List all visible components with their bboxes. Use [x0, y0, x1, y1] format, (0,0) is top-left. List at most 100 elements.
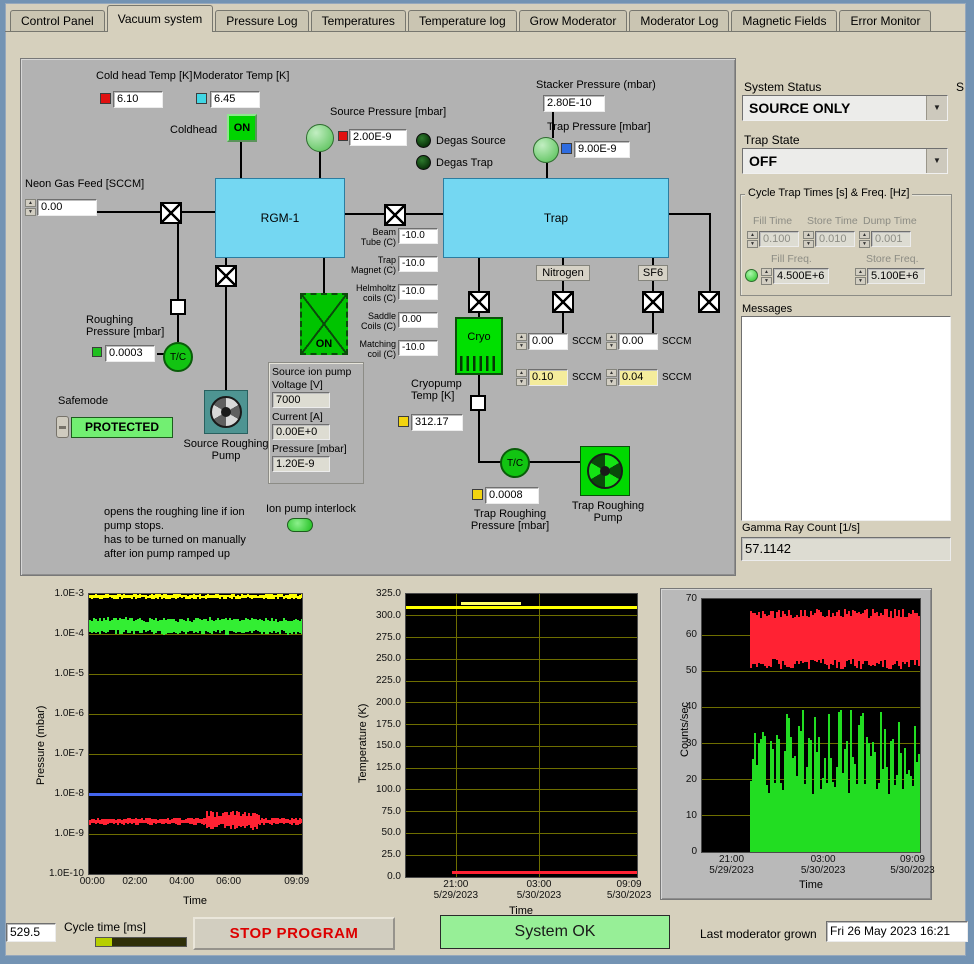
spin-up-icon: ▲	[859, 231, 870, 239]
gamma-ray-count-value: 57.1142	[741, 537, 951, 561]
tab-temperature-log[interactable]: Temperature log	[407, 10, 517, 31]
tab-grow-moderator[interactable]: Grow Moderator	[518, 10, 628, 31]
ion-pump-valve-icon[interactable]: ON	[300, 293, 348, 355]
cold-head-temp-value: 6.10	[113, 91, 163, 108]
y-axis-tick-label: 0	[691, 846, 697, 857]
saddle-coils-label: Saddle Coils (C)	[361, 311, 396, 331]
sf6-flow-unit: SCCM	[662, 336, 692, 347]
fill-freq-spinner: ▲ ▼	[761, 268, 772, 285]
trap-pressure-value: 9.00E-9	[574, 141, 630, 158]
n2-flow-readback: 0.00	[528, 333, 568, 350]
cryo-junction-node	[470, 395, 486, 411]
degas-trap-led[interactable]	[416, 155, 431, 170]
spin-up-icon: ▲	[761, 268, 772, 276]
tab-vacuum-system[interactable]: Vacuum system	[106, 5, 214, 32]
safemode-slider[interactable]	[56, 416, 69, 438]
y-axis-tick-label: 1.0E-10	[48, 868, 84, 879]
counts-chart: Counts/sec Time 70 60 50 40 30 20 10 0 21:00 5/29…	[660, 588, 935, 900]
store-time-spinner: ▲ ▼	[803, 231, 814, 248]
moderator-temp-label: Moderator Temp [K]	[193, 70, 290, 82]
trace-counts-low	[919, 719, 920, 852]
h-gridline	[406, 615, 637, 617]
note-line-3: has to be turned on manually	[104, 534, 246, 546]
spin-down-icon[interactable]: ▼	[516, 342, 527, 350]
temperature-chart: Temperature (K) Time 325.0 300.0 275.0 250.…	[345, 583, 657, 923]
messages-label: Messages	[742, 303, 793, 315]
beam-tube-label: Beam Tube (C)	[360, 227, 396, 247]
neon-gas-feed-spinner[interactable]: ▲ ▼	[25, 199, 36, 216]
chevron-down-icon[interactable]: ▼	[926, 149, 947, 173]
fill-freq-label: Fill Freq.	[771, 253, 812, 265]
rgm1-box: RGM-1	[215, 178, 345, 258]
stop-program-button[interactable]: STOP PROGRAM	[193, 917, 395, 950]
tab-error-monitor[interactable]: Error Monitor	[839, 10, 932, 31]
pump-rotor-icon	[587, 453, 623, 489]
pipe-node-down	[478, 411, 480, 462]
tab-control-panel[interactable]: Control Panel	[10, 10, 105, 31]
trace-roughing-pressure	[301, 618, 302, 634]
spin-up-icon[interactable]: ▲	[516, 369, 527, 377]
n2-setpoint-spinner[interactable]: ▲ ▼	[516, 369, 527, 386]
spin-down-icon[interactable]: ▼	[606, 378, 617, 386]
chevron-down-icon[interactable]: ▼	[926, 96, 947, 120]
nitrogen-label: Nitrogen	[536, 265, 590, 281]
neon-valve-icon	[160, 202, 182, 224]
ion-interlock-led[interactable]	[287, 518, 313, 532]
pump-rotor-icon	[210, 396, 242, 428]
spin-up-icon[interactable]: ▲	[25, 199, 36, 207]
nitrogen-valve-icon	[552, 291, 574, 313]
trap-thermocouple-icon: T/C	[500, 448, 530, 478]
spin-up-icon[interactable]: ▲	[606, 333, 617, 341]
tab-moderator-log[interactable]: Moderator Log	[629, 10, 730, 31]
y-axis-tick-label: 50	[685, 665, 697, 677]
spin-up-icon[interactable]: ▲	[516, 333, 527, 341]
pipe-coldhead	[240, 142, 242, 178]
sf6-flow-spinner[interactable]: ▲ ▼	[606, 333, 617, 350]
y-axis-tick-label: 70	[685, 593, 697, 604]
messages-box[interactable]	[741, 316, 951, 521]
sf6-flow-setpoint[interactable]: 0.04	[618, 369, 658, 386]
cycle-trap-group-title: Cycle Trap Times [s] & Freq. [Hz]	[745, 187, 913, 199]
degas-source-led[interactable]	[416, 133, 431, 148]
pressure-chart-plot	[88, 593, 303, 875]
pipe-right-drop	[709, 213, 711, 291]
x-axis-tick-label: 09:09 5/30/2023	[890, 854, 935, 876]
spin-down-icon[interactable]: ▼	[516, 378, 527, 386]
gamma-ray-count-label: Gamma Ray Count [1/s]	[742, 522, 860, 534]
sf6-setpoint-unit: SCCM	[662, 372, 692, 383]
cryopump-temp-value: 312.17	[411, 414, 463, 431]
rgm-roughing-valve-icon	[215, 265, 237, 287]
y-axis-tick-label: 0.0	[387, 871, 401, 882]
tab-magnetic-fields[interactable]: Magnetic Fields	[731, 10, 838, 31]
trap-state-dropdown[interactable]: OFF ▼	[742, 148, 948, 174]
tab-temperatures[interactable]: Temperatures	[310, 10, 406, 31]
sf6-label: SF6	[638, 265, 668, 281]
sf6-setpoint-spinner[interactable]: ▲ ▼	[606, 369, 617, 386]
trap-magnet-label: Trap Magnet (C)	[350, 255, 396, 275]
spin-up-icon[interactable]: ▲	[606, 369, 617, 377]
coldhead-on-button[interactable]: ON	[227, 114, 257, 142]
coldhead-label: Coldhead	[170, 124, 218, 136]
n2-flow-spinner[interactable]: ▲ ▼	[516, 333, 527, 350]
system-status-dropdown[interactable]: SOURCE ONLY ▼	[742, 95, 948, 121]
note-line-1: opens the roughing line if ion	[104, 506, 245, 518]
safemode-state[interactable]: PROTECTED	[71, 417, 173, 438]
n2-flow-setpoint[interactable]: 0.10	[528, 369, 568, 386]
pressure-chart-x-axis-label: Time	[182, 895, 208, 907]
cycle-time-label: Cycle time [ms]	[64, 920, 147, 934]
y-axis-tick-label: 225.0	[375, 675, 401, 687]
trap-roughing-led	[472, 489, 483, 500]
sf6-valve-icon	[642, 291, 664, 313]
trace-source-pressure	[301, 818, 302, 824]
y-axis-tick-label: 125.0	[375, 762, 401, 774]
spin-down-icon[interactable]: ▼	[606, 342, 617, 350]
last-moderator-value: Fri 26 May 2023 16:21	[826, 921, 968, 942]
x-axis-tick-label: 00:00	[79, 876, 105, 887]
tab-pressure-log[interactable]: Pressure Log	[215, 10, 309, 31]
source-roughing-pump-icon	[204, 390, 248, 434]
neon-gas-feed-value[interactable]: 0.00	[37, 199, 97, 216]
spin-down-icon[interactable]: ▼	[25, 208, 36, 216]
cold-head-led	[100, 93, 111, 104]
cycle-time-gauge	[95, 937, 187, 947]
store-freq-label: Store Freq.	[866, 253, 919, 265]
